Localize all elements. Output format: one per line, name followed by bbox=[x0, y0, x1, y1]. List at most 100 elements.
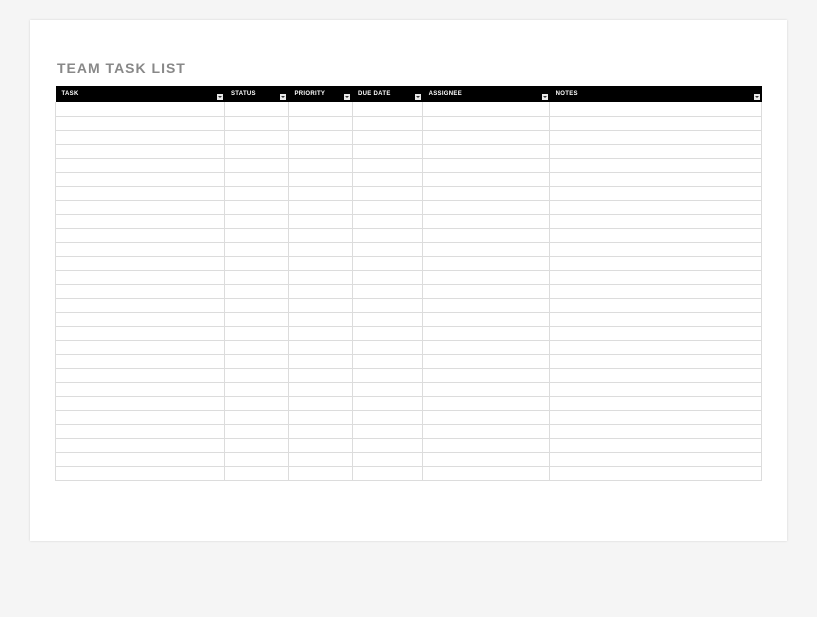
cell-notes[interactable] bbox=[550, 382, 762, 396]
cell-assignee[interactable] bbox=[423, 354, 550, 368]
cell-assignee[interactable] bbox=[423, 172, 550, 186]
cell-status[interactable] bbox=[225, 354, 289, 368]
cell-assignee[interactable] bbox=[423, 410, 550, 424]
cell-assignee[interactable] bbox=[423, 116, 550, 130]
cell-duedate[interactable] bbox=[352, 102, 423, 116]
cell-assignee[interactable] bbox=[423, 396, 550, 410]
cell-status[interactable] bbox=[225, 396, 289, 410]
cell-notes[interactable] bbox=[550, 452, 762, 466]
cell-notes[interactable] bbox=[550, 256, 762, 270]
cell-status[interactable] bbox=[225, 270, 289, 284]
cell-duedate[interactable] bbox=[352, 172, 423, 186]
cell-assignee[interactable] bbox=[423, 270, 550, 284]
cell-assignee[interactable] bbox=[423, 228, 550, 242]
cell-task[interactable] bbox=[56, 144, 225, 158]
cell-notes[interactable] bbox=[550, 102, 762, 116]
cell-status[interactable] bbox=[225, 214, 289, 228]
cell-status[interactable] bbox=[225, 452, 289, 466]
cell-status[interactable] bbox=[225, 242, 289, 256]
cell-notes[interactable] bbox=[550, 326, 762, 340]
cell-duedate[interactable] bbox=[352, 340, 423, 354]
cell-status[interactable] bbox=[225, 158, 289, 172]
cell-notes[interactable] bbox=[550, 284, 762, 298]
cell-task[interactable] bbox=[56, 368, 225, 382]
cell-task[interactable] bbox=[56, 200, 225, 214]
cell-priority[interactable] bbox=[288, 340, 352, 354]
cell-notes[interactable] bbox=[550, 354, 762, 368]
cell-task[interactable] bbox=[56, 242, 225, 256]
cell-notes[interactable] bbox=[550, 130, 762, 144]
cell-status[interactable] bbox=[225, 200, 289, 214]
cell-priority[interactable] bbox=[288, 158, 352, 172]
cell-duedate[interactable] bbox=[352, 466, 423, 480]
cell-task[interactable] bbox=[56, 298, 225, 312]
cell-duedate[interactable] bbox=[352, 270, 423, 284]
cell-task[interactable] bbox=[56, 354, 225, 368]
cell-status[interactable] bbox=[225, 102, 289, 116]
cell-priority[interactable] bbox=[288, 116, 352, 130]
cell-priority[interactable] bbox=[288, 214, 352, 228]
column-header-task[interactable]: TASK bbox=[56, 86, 225, 102]
cell-duedate[interactable] bbox=[352, 228, 423, 242]
cell-task[interactable] bbox=[56, 256, 225, 270]
cell-priority[interactable] bbox=[288, 396, 352, 410]
cell-assignee[interactable] bbox=[423, 144, 550, 158]
cell-assignee[interactable] bbox=[423, 326, 550, 340]
cell-notes[interactable] bbox=[550, 172, 762, 186]
cell-assignee[interactable] bbox=[423, 438, 550, 452]
cell-status[interactable] bbox=[225, 466, 289, 480]
cell-task[interactable] bbox=[56, 270, 225, 284]
cell-status[interactable] bbox=[225, 438, 289, 452]
cell-status[interactable] bbox=[225, 340, 289, 354]
cell-assignee[interactable] bbox=[423, 340, 550, 354]
cell-task[interactable] bbox=[56, 326, 225, 340]
cell-status[interactable] bbox=[225, 186, 289, 200]
cell-duedate[interactable] bbox=[352, 256, 423, 270]
cell-status[interactable] bbox=[225, 424, 289, 438]
cell-assignee[interactable] bbox=[423, 312, 550, 326]
cell-duedate[interactable] bbox=[352, 284, 423, 298]
cell-duedate[interactable] bbox=[352, 242, 423, 256]
cell-status[interactable] bbox=[225, 144, 289, 158]
cell-priority[interactable] bbox=[288, 452, 352, 466]
cell-task[interactable] bbox=[56, 396, 225, 410]
cell-duedate[interactable] bbox=[352, 158, 423, 172]
cell-task[interactable] bbox=[56, 102, 225, 116]
column-header-assignee[interactable]: ASSIGNEE bbox=[423, 86, 550, 102]
column-header-status[interactable]: STATUS bbox=[225, 86, 289, 102]
column-header-notes[interactable]: NOTES bbox=[550, 86, 762, 102]
cell-status[interactable] bbox=[225, 130, 289, 144]
cell-notes[interactable] bbox=[550, 340, 762, 354]
cell-assignee[interactable] bbox=[423, 452, 550, 466]
cell-status[interactable] bbox=[225, 256, 289, 270]
cell-status[interactable] bbox=[225, 326, 289, 340]
cell-notes[interactable] bbox=[550, 158, 762, 172]
cell-assignee[interactable] bbox=[423, 130, 550, 144]
cell-task[interactable] bbox=[56, 340, 225, 354]
cell-priority[interactable] bbox=[288, 368, 352, 382]
cell-status[interactable] bbox=[225, 228, 289, 242]
column-header-priority[interactable]: PRIORITY bbox=[288, 86, 352, 102]
cell-duedate[interactable] bbox=[352, 410, 423, 424]
cell-status[interactable] bbox=[225, 298, 289, 312]
cell-status[interactable] bbox=[225, 410, 289, 424]
column-header-duedate[interactable]: DUE DATE bbox=[352, 86, 423, 102]
cell-priority[interactable] bbox=[288, 438, 352, 452]
cell-notes[interactable] bbox=[550, 186, 762, 200]
cell-assignee[interactable] bbox=[423, 256, 550, 270]
filter-dropdown-icon[interactable] bbox=[280, 94, 286, 100]
cell-duedate[interactable] bbox=[352, 368, 423, 382]
cell-duedate[interactable] bbox=[352, 200, 423, 214]
cell-duedate[interactable] bbox=[352, 396, 423, 410]
cell-task[interactable] bbox=[56, 410, 225, 424]
cell-task[interactable] bbox=[56, 312, 225, 326]
cell-priority[interactable] bbox=[288, 228, 352, 242]
cell-task[interactable] bbox=[56, 382, 225, 396]
cell-priority[interactable] bbox=[288, 312, 352, 326]
cell-duedate[interactable] bbox=[352, 438, 423, 452]
cell-duedate[interactable] bbox=[352, 354, 423, 368]
cell-duedate[interactable] bbox=[352, 186, 423, 200]
cell-assignee[interactable] bbox=[423, 242, 550, 256]
cell-priority[interactable] bbox=[288, 172, 352, 186]
filter-dropdown-icon[interactable] bbox=[754, 94, 760, 100]
